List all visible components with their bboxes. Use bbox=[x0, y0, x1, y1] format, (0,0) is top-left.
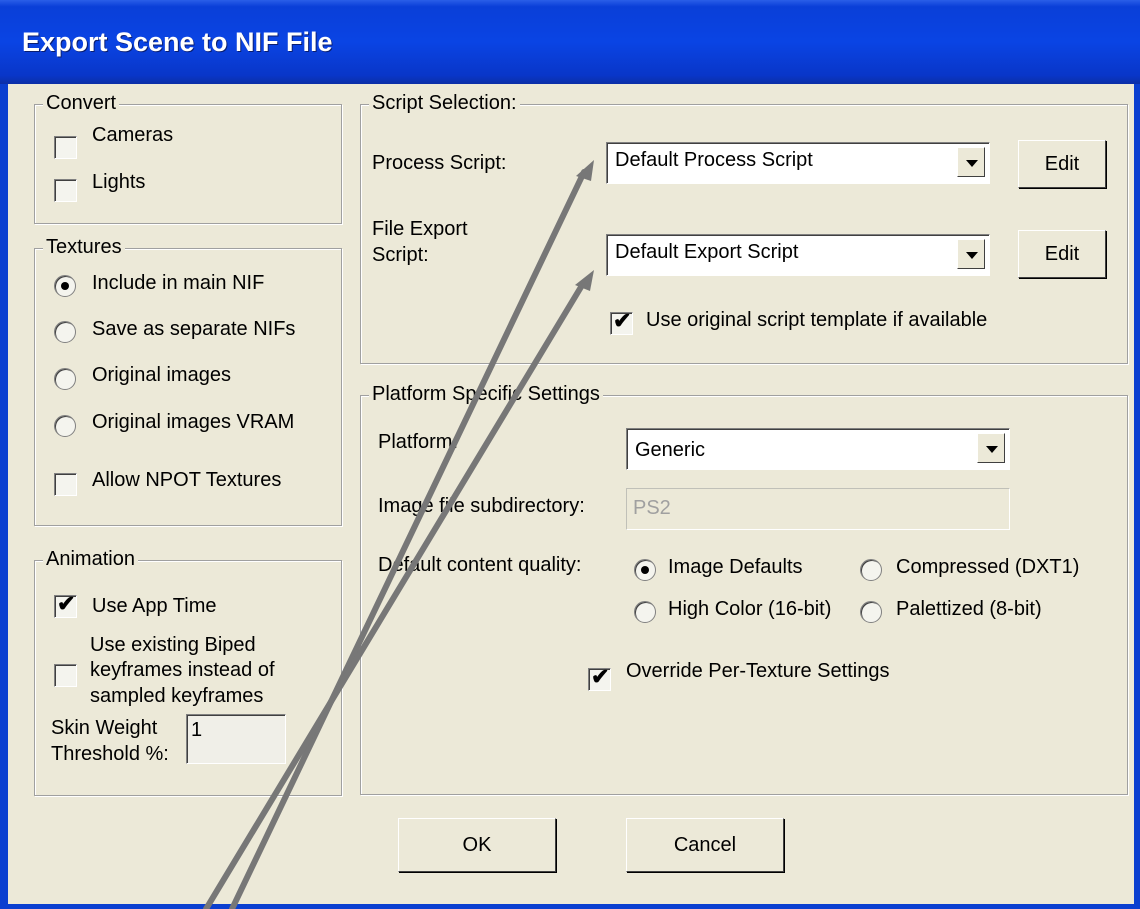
chevron-down-icon bbox=[966, 252, 978, 259]
label-original-images-vram: Original images VRAM bbox=[92, 411, 295, 433]
radio-compressed-dxt1[interactable] bbox=[860, 559, 882, 581]
file-export-script-label-line2: Script: bbox=[372, 244, 429, 266]
check-mark-icon: ✔ bbox=[57, 591, 76, 616]
ok-button[interactable]: OK bbox=[398, 818, 556, 872]
override-per-texture-checkbox[interactable]: ✔ bbox=[588, 664, 611, 691]
label-include-main-nif: Include in main NIF bbox=[92, 272, 265, 294]
label-image-defaults: Image Defaults bbox=[668, 556, 803, 578]
file-export-script-label-line1: File Export bbox=[372, 218, 468, 240]
skin-weight-label-line2: Threshold %: bbox=[51, 743, 169, 765]
title-bar[interactable]: Export Scene to NIF File bbox=[0, 0, 1140, 84]
export-dialog: Export Scene to NIF File Convert Cameras… bbox=[0, 0, 1140, 909]
window-frame-left bbox=[0, 84, 8, 909]
skin-weight-threshold-input[interactable]: 1 bbox=[186, 714, 286, 764]
platform-label: Platform: bbox=[378, 431, 459, 453]
cancel-button-label: Cancel bbox=[673, 834, 737, 856]
platform-settings-legend: Platform Specific Settings bbox=[369, 383, 603, 406]
allow-npot-label: Allow NPOT Textures bbox=[92, 469, 282, 491]
label-save-separate-nifs: Save as separate NIFs bbox=[92, 318, 296, 340]
radio-dot bbox=[641, 566, 649, 574]
window-frame-right bbox=[1134, 84, 1140, 909]
image-subdirectory-label: Image file subdirectory: bbox=[378, 495, 585, 517]
edit-process-script-button[interactable]: Edit bbox=[1018, 140, 1106, 188]
label-compressed-dxt1: Compressed (DXT1) bbox=[896, 556, 1080, 578]
image-subdirectory-input[interactable]: PS2 bbox=[626, 488, 1010, 530]
convert-legend: Convert bbox=[43, 92, 120, 115]
biped-label-line2: keyframes instead of bbox=[90, 659, 275, 681]
edit-button-label: Edit bbox=[1044, 243, 1080, 265]
textures-legend: Textures bbox=[43, 236, 125, 259]
lights-checkbox[interactable] bbox=[54, 179, 77, 202]
label-original-images: Original images bbox=[92, 364, 231, 386]
edit-export-script-button[interactable]: Edit bbox=[1018, 230, 1106, 278]
label-high-color: High Color (16-bit) bbox=[668, 598, 832, 620]
use-biped-keyframes-checkbox[interactable] bbox=[54, 664, 77, 687]
radio-high-color[interactable] bbox=[634, 601, 656, 623]
allow-npot-checkbox[interactable] bbox=[54, 473, 77, 496]
cancel-button[interactable]: Cancel bbox=[626, 818, 784, 872]
check-mark-icon: ✔ bbox=[613, 308, 632, 333]
use-original-template-label: Use original script template if availabl… bbox=[646, 309, 988, 331]
cameras-label: Cameras bbox=[92, 124, 174, 146]
script-selection-legend: Script Selection: bbox=[369, 92, 520, 115]
chevron-down-icon bbox=[986, 446, 998, 453]
animation-legend: Animation bbox=[43, 548, 138, 571]
edit-button-label: Edit bbox=[1044, 153, 1080, 175]
biped-label-line1: Use existing Biped bbox=[90, 634, 256, 656]
ok-button-label: OK bbox=[462, 834, 492, 856]
radio-image-defaults[interactable] bbox=[634, 559, 656, 581]
biped-label-line3: sampled keyframes bbox=[90, 685, 264, 707]
file-export-script-dropdown[interactable]: Default Export Script bbox=[606, 234, 990, 276]
check-mark-icon: ✔ bbox=[591, 664, 610, 689]
label-palettized: Palettized (8-bit) bbox=[896, 598, 1042, 620]
use-original-template-checkbox[interactable]: ✔ bbox=[610, 308, 633, 335]
process-script-value: Default Process Script bbox=[615, 149, 813, 171]
default-quality-label: Default content quality: bbox=[378, 554, 582, 576]
cameras-checkbox[interactable] bbox=[54, 136, 77, 159]
radio-palettized[interactable] bbox=[860, 601, 882, 623]
lights-label: Lights bbox=[92, 171, 146, 193]
process-script-dropdown[interactable]: Default Process Script bbox=[606, 142, 990, 184]
skin-weight-label-line1: Skin Weight bbox=[51, 717, 158, 739]
platform-value: Generic bbox=[635, 439, 706, 461]
radio-original-images[interactable] bbox=[54, 368, 76, 390]
radio-save-separate-nifs[interactable] bbox=[54, 321, 76, 343]
dialog-title: Export Scene to NIF File bbox=[22, 27, 333, 57]
platform-dropdown[interactable]: Generic bbox=[626, 428, 1010, 470]
radio-include-main-nif[interactable] bbox=[54, 275, 76, 297]
dropdown-arrow-button[interactable] bbox=[957, 147, 985, 177]
use-app-time-label: Use App Time bbox=[92, 595, 217, 617]
use-app-time-checkbox[interactable]: ✔ bbox=[54, 591, 77, 618]
convert-group: Convert bbox=[34, 92, 342, 224]
file-export-script-value: Default Export Script bbox=[615, 241, 799, 263]
radio-original-images-vram[interactable] bbox=[54, 415, 76, 437]
window-frame-bottom bbox=[0, 904, 1140, 909]
chevron-down-icon bbox=[966, 160, 978, 167]
dropdown-arrow-button[interactable] bbox=[957, 239, 985, 269]
override-per-texture-label: Override Per-Texture Settings bbox=[626, 660, 890, 682]
dropdown-arrow-button[interactable] bbox=[977, 433, 1005, 463]
process-script-label: Process Script: bbox=[372, 152, 507, 174]
radio-dot bbox=[61, 282, 69, 290]
